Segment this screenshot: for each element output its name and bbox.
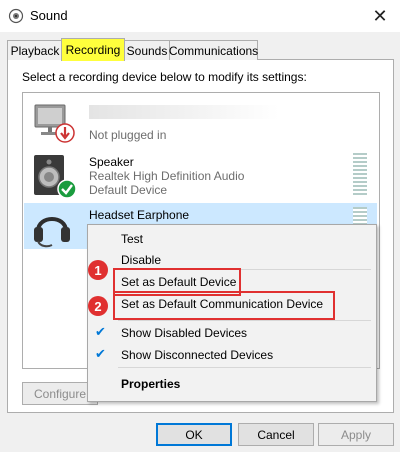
menu-item-show-disconnected-devices[interactable]: Show Disconnected Devices xyxy=(121,348,273,362)
speaker-icon xyxy=(8,8,24,24)
menu-item-show-disabled-devices[interactable]: Show Disabled Devices xyxy=(121,326,247,340)
cancel-button[interactable]: Cancel xyxy=(238,423,314,446)
checkmark-icon: ✔ xyxy=(95,346,106,361)
menu-separator xyxy=(118,320,371,321)
menu-item-disable[interactable]: Disable xyxy=(121,253,161,267)
tab-playback[interactable]: Playback xyxy=(7,40,63,60)
close-icon: ✕ xyxy=(372,5,388,26)
device-status-text: Not plugged in xyxy=(89,128,167,142)
apply-button[interactable]: Apply xyxy=(318,423,394,446)
menu-item-test[interactable]: Test xyxy=(121,232,143,246)
device-row-speaker[interactable]: Speaker Realtek High Definition Audio De… xyxy=(23,149,376,201)
menu-item-properties[interactable]: Properties xyxy=(121,377,180,391)
checkmark-icon: ✔ xyxy=(95,324,106,339)
tab-sounds[interactable]: Sounds xyxy=(123,40,171,60)
device-name: Speaker xyxy=(89,155,134,169)
default-check-icon xyxy=(57,179,77,199)
close-button[interactable]: ✕ xyxy=(366,2,394,30)
annotation-highlight-box xyxy=(113,291,335,320)
headset-device-icon xyxy=(30,205,74,249)
level-meter xyxy=(353,153,367,195)
tab-recording[interactable]: Recording xyxy=(61,38,125,61)
tab-communications[interactable]: Communications xyxy=(169,40,258,60)
device-row-unplugged[interactable]: Not plugged in xyxy=(23,93,376,147)
device-status-text: Default Device xyxy=(89,183,168,197)
unplugged-arrow-icon xyxy=(55,123,75,143)
annotation-badge: 1 xyxy=(88,260,108,280)
device-driver: Realtek High Definition Audio xyxy=(89,169,245,183)
device-name-blurred xyxy=(89,105,279,119)
ok-button[interactable]: OK xyxy=(156,423,232,446)
device-name: Headset Earphone xyxy=(89,208,190,222)
menu-separator xyxy=(118,367,371,368)
window-title: Sound xyxy=(30,8,68,23)
annotation-badge: 2 xyxy=(88,296,108,316)
instruction-text: Select a recording device below to modif… xyxy=(22,70,307,84)
